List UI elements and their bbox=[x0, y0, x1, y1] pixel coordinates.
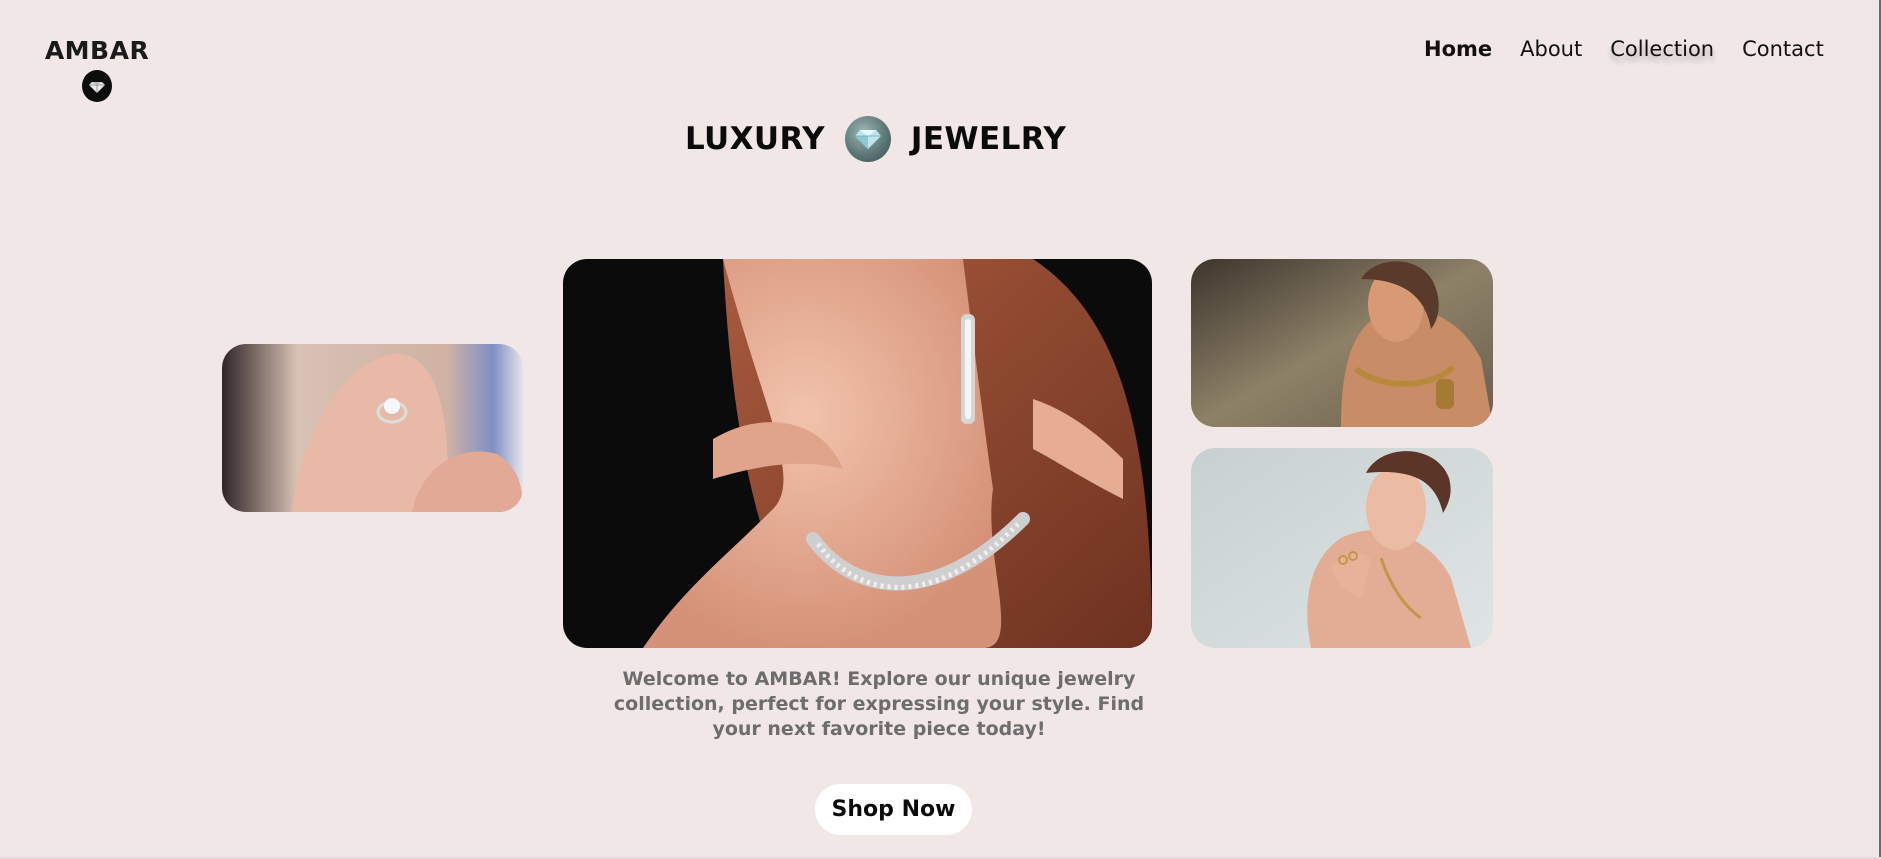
title-jewelry: JEWELRY bbox=[910, 121, 1067, 157]
main-nav: Home About Collection Contact bbox=[1424, 34, 1824, 64]
necklace-earrings-photo[interactable] bbox=[563, 259, 1152, 648]
nav-about-link[interactable]: About bbox=[1520, 37, 1582, 61]
nav-contact-link[interactable]: Contact bbox=[1742, 37, 1824, 61]
brand-name: AMBAR bbox=[44, 36, 150, 65]
gold-jewelry-model-photo[interactable] bbox=[1191, 259, 1493, 427]
nav-collection-link[interactable]: Collection bbox=[1610, 37, 1714, 61]
shop-now-button[interactable]: Shop Now bbox=[815, 784, 972, 835]
gold-rings-model-photo[interactable] bbox=[1191, 448, 1493, 648]
brand-logo[interactable]: AMBAR bbox=[44, 36, 150, 102]
diamond-gem-icon bbox=[844, 116, 891, 162]
diamond-icon bbox=[82, 70, 112, 102]
hero-title: LUXURY JEWELRY bbox=[685, 114, 1066, 164]
title-luxury: LUXURY bbox=[685, 121, 825, 157]
welcome-text: Welcome to AMBAR! Explore our unique jew… bbox=[613, 668, 1145, 740]
ring-photo[interactable] bbox=[222, 344, 523, 512]
nav-home-link[interactable]: Home bbox=[1424, 37, 1492, 61]
